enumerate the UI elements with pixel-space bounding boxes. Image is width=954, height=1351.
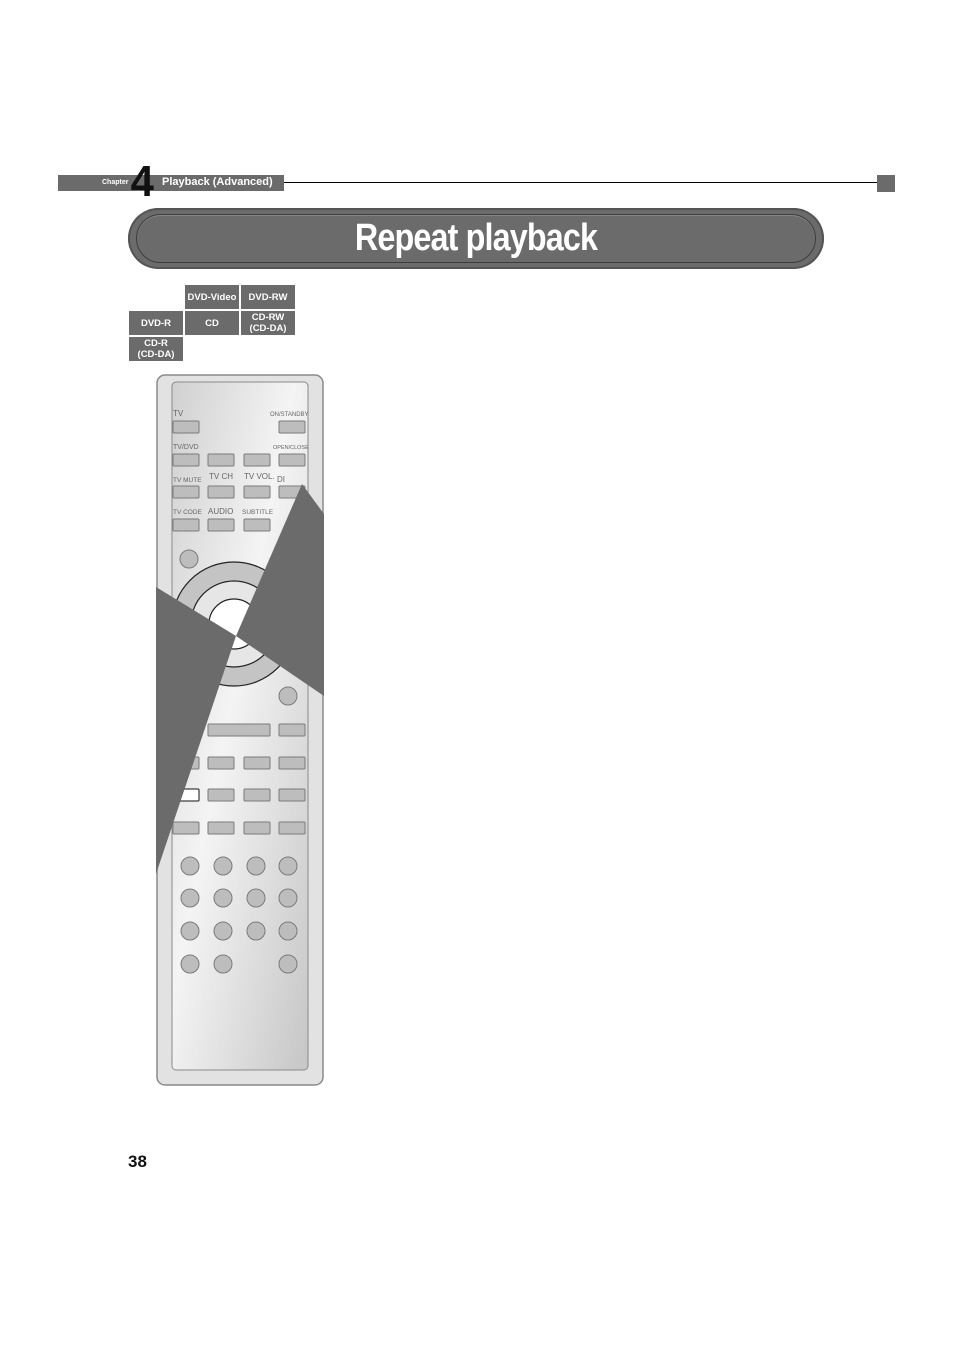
- open-close-button[interactable]: [278, 453, 306, 467]
- page-title: Repeat playback: [354, 217, 598, 259]
- tv-code-button[interactable]: [172, 518, 200, 532]
- keypad-button[interactable]: [278, 888, 298, 908]
- keypad-button[interactable]: [246, 856, 266, 876]
- badge-dvd-video: DVD-Video: [185, 285, 239, 309]
- keypad-button[interactable]: [213, 954, 233, 974]
- remote-button[interactable]: [207, 821, 235, 835]
- wide-button[interactable]: [207, 723, 271, 737]
- badge-cd-rw: CD-RW (CD-DA): [241, 311, 295, 335]
- round-button[interactable]: [278, 686, 298, 706]
- label-subtitle: SUBTITLE: [242, 509, 274, 516]
- keypad-button[interactable]: [278, 856, 298, 876]
- label-tv-code: TV CODE: [173, 509, 203, 516]
- tv-dvd-button[interactable]: [172, 453, 200, 467]
- tv-vol-button[interactable]: [243, 485, 271, 499]
- round-button[interactable]: [179, 549, 199, 569]
- tv-ch-button[interactable]: [207, 485, 235, 499]
- label-tv: TV: [173, 409, 184, 418]
- keypad-button[interactable]: [180, 954, 200, 974]
- chapter-title: Playback (Advanced): [162, 176, 273, 188]
- remote-button[interactable]: [207, 453, 235, 467]
- keypad-button[interactable]: [246, 921, 266, 941]
- tv-mute-button[interactable]: [172, 485, 200, 499]
- keypad-button[interactable]: [213, 888, 233, 908]
- chapter-divider: [284, 182, 878, 183]
- remote-button[interactable]: [278, 788, 306, 802]
- chapter-marker: [877, 175, 895, 192]
- remote-control-illustration: TV ON/STANDBY TV/DVD OPEN/CLOSE TV MUTE …: [156, 374, 324, 1086]
- keypad-button[interactable]: [246, 888, 266, 908]
- badge-dvd-r: DVD-R: [129, 311, 183, 335]
- remote-button[interactable]: [243, 821, 271, 835]
- label-tv-dvd: TV/DVD: [173, 444, 199, 451]
- keypad-button[interactable]: [278, 921, 298, 941]
- remote-button[interactable]: [243, 453, 271, 467]
- label-audio: AUDIO: [208, 507, 233, 516]
- label-tv-vol: TV VOL.: [244, 472, 275, 481]
- remote-button[interactable]: [278, 756, 306, 770]
- chapter-label: Chapter: [102, 179, 129, 186]
- keypad-button[interactable]: [213, 856, 233, 876]
- audio-button[interactable]: [207, 518, 235, 532]
- badge-dvd-rw: DVD-RW: [241, 285, 295, 309]
- label-open-close: OPEN/CLOSE: [273, 445, 309, 451]
- keypad-button[interactable]: [213, 921, 233, 941]
- badge-cd: CD: [185, 311, 239, 335]
- label-display: DI: [277, 475, 285, 484]
- label-on-standby: ON/STANDBY: [270, 412, 309, 418]
- on-standby-button[interactable]: [278, 420, 306, 434]
- remote-button[interactable]: [243, 756, 271, 770]
- keypad-button[interactable]: [180, 888, 200, 908]
- tv-button[interactable]: [172, 420, 200, 434]
- title-banner: Repeat playback: [128, 208, 824, 269]
- keypad-button[interactable]: [278, 954, 298, 974]
- label-tv-mute: TV MUTE: [173, 477, 202, 484]
- remote-button[interactable]: [278, 723, 306, 737]
- chapter-number: 4: [130, 157, 154, 206]
- remote-button[interactable]: [207, 788, 235, 802]
- remote-button[interactable]: [243, 788, 271, 802]
- keypad-button[interactable]: [180, 921, 200, 941]
- remote-button[interactable]: [207, 756, 235, 770]
- keypad-button[interactable]: [180, 856, 200, 876]
- page-number: 38: [128, 1152, 147, 1171]
- remote-button[interactable]: [278, 821, 306, 835]
- subtitle-button[interactable]: [243, 518, 271, 532]
- remote-button[interactable]: [172, 821, 200, 835]
- badge-cd-r: CD-R (CD-DA): [129, 337, 183, 361]
- label-tv-ch: TV CH: [209, 472, 233, 481]
